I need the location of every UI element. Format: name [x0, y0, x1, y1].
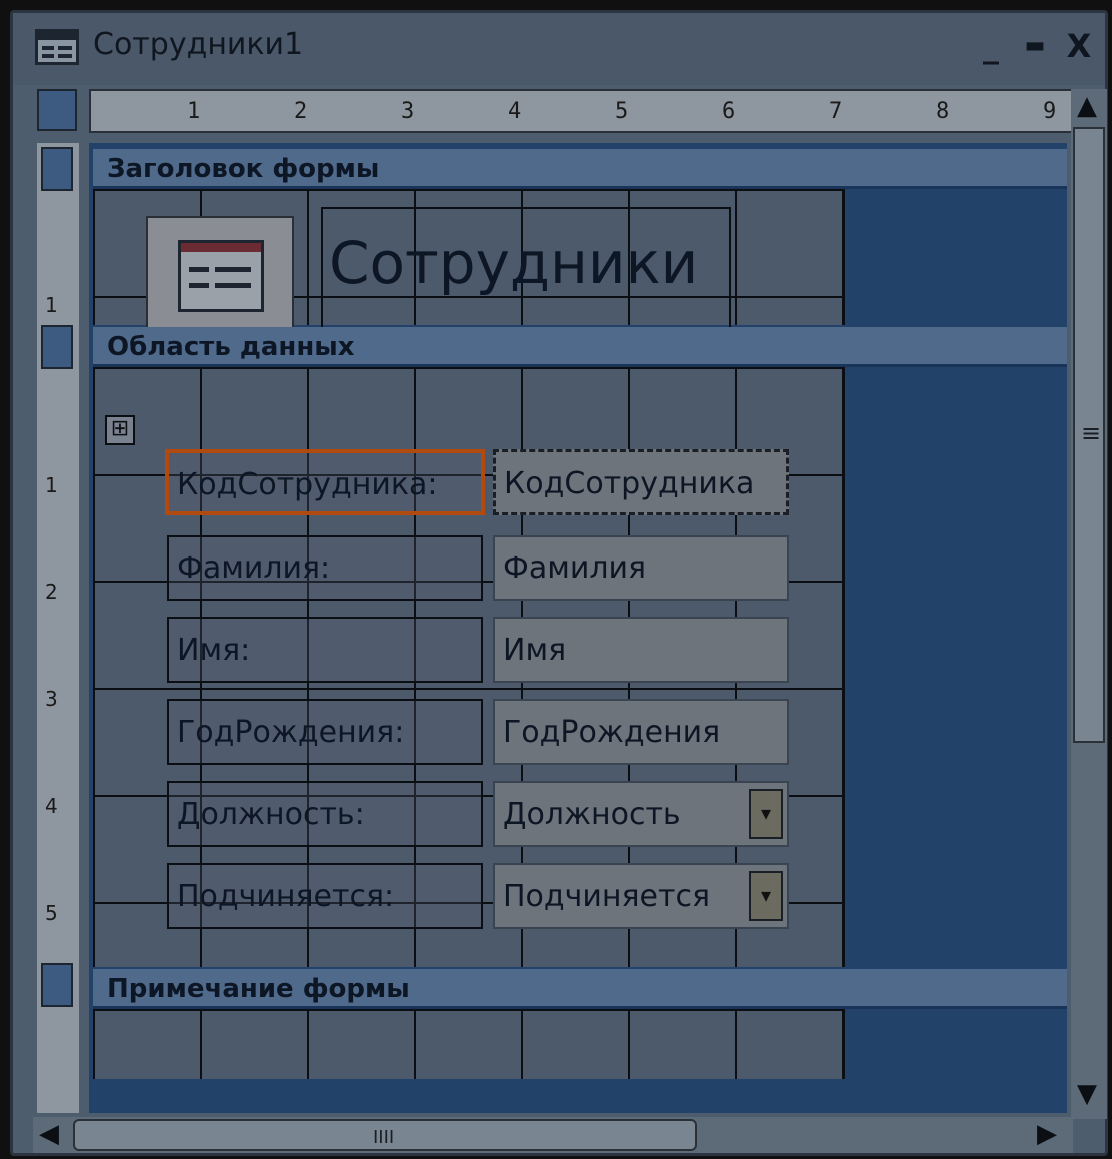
- form-icon: [178, 240, 264, 312]
- ruler-mark: 4: [508, 99, 522, 124]
- form-selector[interactable]: [37, 89, 77, 131]
- ruler-mark: 2: [45, 580, 58, 604]
- logo-image[interactable]: [146, 216, 294, 331]
- ruler-mark: 1: [187, 99, 201, 124]
- chevron-down-icon[interactable]: ▾: [749, 871, 783, 921]
- ruler-mark: 5: [615, 99, 629, 124]
- label-imya[interactable]: Имя:: [167, 617, 483, 683]
- label-godrozhdeniya[interactable]: ГодРождения:: [167, 699, 483, 765]
- design-canvas[interactable]: Заголовок формы Сотрудники Область данны…: [89, 143, 1067, 1113]
- horizontal-ruler: 1 2 3 4 5 6 7 8 9: [89, 89, 1074, 133]
- section-label: Заголовок формы: [107, 154, 380, 184]
- form-title-label[interactable]: Сотрудники: [321, 207, 731, 335]
- combo-dolzhnost[interactable]: Должность ▾: [493, 781, 789, 847]
- section-selector-detail[interactable]: [41, 325, 73, 369]
- label-podchinyaetsya[interactable]: Подчиняется:: [167, 863, 483, 929]
- section-selector-header[interactable]: [41, 147, 73, 191]
- section-label: Примечание формы: [107, 974, 410, 1004]
- ruler-mark: 3: [45, 687, 58, 711]
- vertical-scroll-thumb[interactable]: ≡: [1073, 127, 1105, 743]
- label-dolzhnost[interactable]: Должность:: [167, 781, 483, 847]
- combo-value: Подчиняется: [503, 879, 711, 914]
- ruler-mark: 5: [45, 901, 58, 925]
- title-bar[interactable]: Сотрудники1 _ ▬ X: [13, 13, 1105, 85]
- ruler-mark: 4: [45, 794, 58, 818]
- combo-podchinyaetsya[interactable]: Подчиняется ▾: [493, 863, 789, 929]
- move-handle-icon[interactable]: ⊞: [105, 415, 135, 445]
- section-bar-detail[interactable]: Область данных: [93, 327, 1067, 367]
- ruler-mark: 2: [294, 99, 308, 124]
- scroll-up-icon[interactable]: ▲: [1077, 91, 1097, 121]
- horizontal-scrollbar[interactable]: ◀ IIII ▶: [33, 1117, 1073, 1153]
- vertical-scrollbar[interactable]: ▲ ≡ ▼: [1071, 89, 1107, 1119]
- scroll-down-icon[interactable]: ▼: [1077, 1079, 1097, 1109]
- form-design-window: Сотрудники1 _ ▬ X 1 2 3 4 5 6 7 8 9 1 1 …: [10, 10, 1108, 1156]
- footer-grid[interactable]: [93, 1009, 845, 1079]
- ruler-mark: 1: [45, 293, 58, 317]
- ruler-mark: 7: [829, 99, 843, 124]
- section-label: Область данных: [107, 332, 355, 362]
- maximize-button[interactable]: ▬: [1015, 23, 1055, 69]
- field-familiya[interactable]: Фамилия: [493, 535, 789, 601]
- combo-value: Должность: [503, 797, 681, 832]
- ruler-mark: 9: [1043, 99, 1057, 124]
- ruler-mark: 6: [722, 99, 736, 124]
- ruler-mark: 8: [936, 99, 950, 124]
- field-imya[interactable]: Имя: [493, 617, 789, 683]
- chevron-down-icon[interactable]: ▾: [749, 789, 783, 839]
- grip-icon: IIII: [373, 1127, 395, 1148]
- field-godrozhdeniya[interactable]: ГодРождения: [493, 699, 789, 765]
- field-kod[interactable]: КодСотрудника: [493, 449, 789, 515]
- section-bar-header[interactable]: Заголовок формы: [93, 149, 1067, 189]
- section-bar-footer[interactable]: Примечание формы: [93, 969, 1067, 1009]
- label-familiya[interactable]: Фамилия:: [167, 535, 483, 601]
- scroll-left-icon[interactable]: ◀: [39, 1119, 59, 1149]
- minimize-button[interactable]: _: [971, 23, 1011, 69]
- label-kod[interactable]: КодСотрудника:: [165, 449, 485, 515]
- close-button[interactable]: X: [1059, 23, 1099, 69]
- section-selector-footer[interactable]: [41, 963, 73, 1007]
- form-icon: [35, 29, 79, 65]
- ruler-mark: 3: [401, 99, 415, 124]
- window-title: Сотрудники1: [93, 27, 304, 62]
- ruler-mark: 1: [45, 473, 58, 497]
- grip-icon: ≡: [1081, 419, 1102, 447]
- horizontal-scroll-thumb[interactable]: IIII: [73, 1119, 697, 1151]
- vertical-ruler: 1 1 2 3 4 5: [37, 143, 79, 1113]
- scroll-right-icon[interactable]: ▶: [1037, 1119, 1057, 1149]
